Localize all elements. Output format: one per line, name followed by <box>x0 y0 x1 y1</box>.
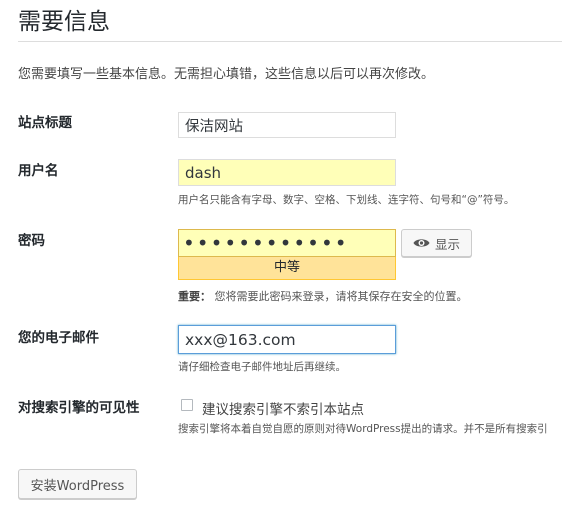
username-label: 用户名 <box>18 163 59 179</box>
show-password-label: 显示 <box>434 236 460 252</box>
search-visibility-label: 对搜索引擎的可见性 <box>18 400 140 416</box>
username-description: 用户名只能含有字母、数字、空格、下划线、连字符、句号和“@”符号。 <box>178 194 515 206</box>
discourage-search-label[interactable]: 建议搜索引擎不索引本站点 <box>202 398 364 418</box>
password-input[interactable] <box>178 229 396 257</box>
username-input[interactable] <box>178 159 396 186</box>
search-visibility-description: 搜索引擎将本着自觉自愿的原则对待WordPress提出的请求。并不是所有搜索引 <box>178 423 548 435</box>
page-title: 需要信息 <box>18 9 110 35</box>
important-prefix: 重要： <box>178 290 211 303</box>
password-strength-meter: 中等 <box>178 257 396 280</box>
intro-text: 您需要填写一些基本信息。无需担心填错，这些信息以后可以再次修改。 <box>18 67 435 82</box>
important-text: 您将需要此密码来登录，请将其保存在安全的位置。 <box>214 290 468 303</box>
discourage-search-checkbox[interactable] <box>181 399 193 411</box>
site-title-input[interactable] <box>178 112 396 138</box>
email-label: 您的电子邮件 <box>18 330 99 346</box>
password-important-note: 重要： 您将需要此密码来登录，请将其保存在安全的位置。 <box>178 288 468 304</box>
email-input[interactable] <box>178 325 396 354</box>
email-description: 请仔细检查电子邮件地址后再继续。 <box>178 361 346 373</box>
title-divider <box>18 41 562 42</box>
install-wordpress-button[interactable]: 安装WordPress <box>18 469 137 499</box>
eye-icon <box>413 237 430 249</box>
password-label: 密码 <box>18 233 45 249</box>
site-title-label: 站点标题 <box>18 115 72 131</box>
show-password-button[interactable]: 显示 <box>401 229 472 257</box>
